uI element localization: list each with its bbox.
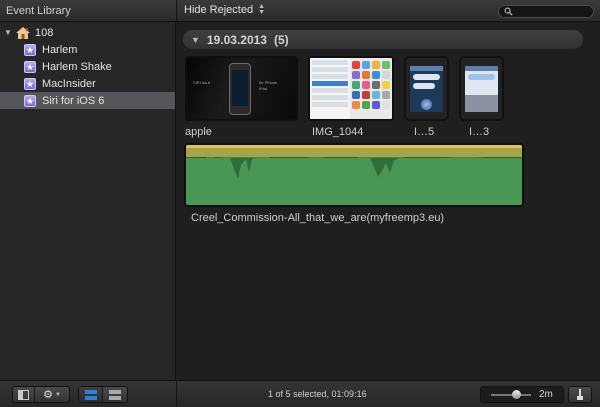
sidebar-item-harlem[interactable]: ★ Harlem [0, 41, 175, 58]
sidebar-item-label: Harlem [42, 43, 78, 56]
audio-clip-label: Creel_Commission-All_that_we_are(myfreem… [191, 212, 445, 224]
star-event-icon: ★ [24, 60, 36, 73]
star-event-icon: ★ [24, 43, 36, 56]
audio-clip[interactable] [184, 143, 524, 207]
keyboard-image [465, 95, 498, 112]
bottom-toolbar: ⚙ ▼ 1 of 5 selected, 01:09:16 2m [0, 380, 600, 407]
action-menu-button[interactable]: ⚙ ▼ [35, 387, 69, 402]
updown-arrows-icon: ▲ ▼ [258, 3, 266, 16]
clip-img-1044[interactable]: IMG_1044 [308, 56, 394, 138]
sidebar-item-label: MacInsider [42, 77, 96, 90]
zoom-slider-knob[interactable] [511, 390, 521, 399]
clip-label: I…3 [469, 126, 490, 138]
zoom-control: 2m [480, 386, 564, 403]
clip-label: IMG_1044 [312, 126, 364, 138]
audio-waveform [186, 145, 522, 205]
sidebar-icon [18, 389, 29, 400]
gear-icon: ⚙ [43, 389, 53, 401]
filmstrip-view-button[interactable] [79, 387, 103, 402]
clip-thumbnail[interactable]: SIRI ios 6 for iPhone iPad [185, 56, 298, 121]
group-count: (5) [273, 32, 289, 47]
clip-label: I…5 [414, 126, 435, 138]
star-event-icon: ★ [24, 94, 36, 107]
clip-label: apple [185, 126, 212, 138]
filter-popup-button[interactable]: Hide Rejected ▲ ▼ [184, 3, 266, 16]
event-browser: ▼ 19.03.2013 (5) SIRI ios 6 for iPhone i… [177, 22, 600, 380]
sidebar-item-label: Siri for iOS 6 [42, 94, 105, 107]
sidebar-item-harlem-shake[interactable]: ★ Harlem Shake [0, 58, 175, 75]
date-group-header[interactable]: ▼ 19.03.2013 (5) [183, 30, 583, 49]
filter-label: Hide Rejected [184, 4, 254, 16]
pane-divider [176, 381, 177, 407]
house-icon [16, 26, 30, 39]
disclosure-triangle-icon[interactable]: ▼ [4, 28, 14, 37]
clip-i-3[interactable]: I…3 [459, 56, 504, 138]
event-library-title: Event Library [6, 5, 71, 17]
top-bar: Event Library Hide Rejected ▲ ▼ [0, 0, 600, 22]
library-label: 108 [35, 26, 54, 39]
event-library-sidebar: ▼ 108 ★ Harlem ★ Harlem Shake ★ MacInsid… [0, 22, 176, 380]
sidebar-item-label: Harlem Shake [42, 60, 112, 73]
chevron-down-icon: ▼ [54, 391, 61, 398]
selection-status: 1 of 5 selected, 01:09:16 [268, 389, 367, 399]
search-field[interactable] [498, 5, 594, 18]
group-date: 19.03.2013 [206, 32, 267, 47]
clip-appearance-button[interactable] [568, 386, 592, 403]
pane-divider[interactable] [176, 0, 177, 22]
clip-thumbnail[interactable] [459, 56, 504, 121]
clip-thumbnail[interactable] [308, 56, 394, 121]
clip-i-5[interactable]: I…5 [404, 56, 449, 138]
view-mode-group [78, 386, 128, 403]
toggle-library-button[interactable] [13, 387, 35, 402]
sidebar-item-macinsider[interactable]: ★ MacInsider [0, 75, 175, 92]
clip-appearance-icon [577, 389, 583, 400]
sidebar-toggle-group: ⚙ ▼ [12, 386, 70, 403]
search-input[interactable] [515, 6, 589, 17]
clip-apple[interactable]: SIRI ios 6 for iPhone iPad apple [185, 56, 298, 138]
list-view-button[interactable] [103, 387, 127, 402]
search-icon [504, 7, 513, 16]
disclosure-triangle-icon[interactable]: ▼ [191, 35, 200, 45]
zoom-value: 2m [539, 389, 553, 400]
sidebar-item-siri-for-ios-6[interactable]: ★ Siri for iOS 6 [0, 92, 175, 109]
microphone-icon [421, 99, 432, 110]
library-row-108[interactable]: ▼ 108 [0, 24, 175, 41]
list-view-icon [109, 389, 121, 400]
filmstrip-view-icon [84, 389, 97, 400]
star-event-icon: ★ [24, 77, 36, 90]
clip-thumbnail[interactable] [404, 56, 449, 121]
iphone-image [229, 63, 251, 115]
